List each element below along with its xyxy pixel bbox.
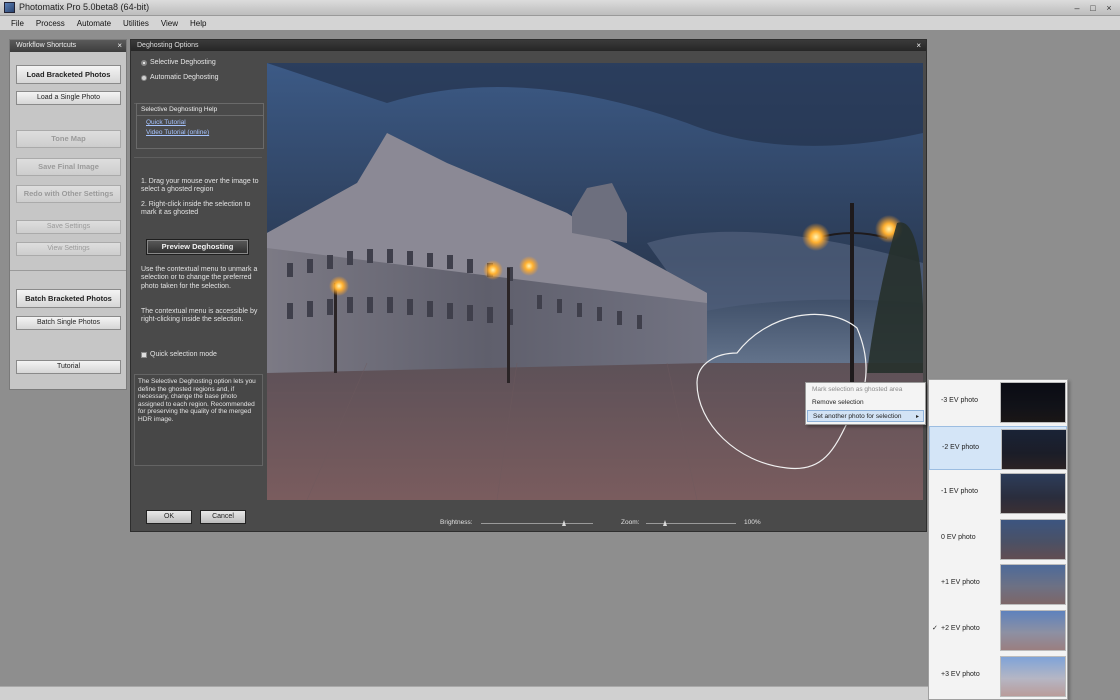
menu-process[interactable]: Process bbox=[36, 19, 65, 28]
checkbox-icon bbox=[141, 351, 147, 358]
tutorial-button[interactable]: Tutorial bbox=[16, 360, 121, 374]
radio-automatic-label: Automatic Deghosting bbox=[150, 74, 219, 81]
photo-item-0[interactable]: 0 EV photo bbox=[929, 517, 1067, 561]
menu-item-set-another-photo[interactable]: Set another photo for selection ▸ bbox=[807, 410, 924, 422]
workflow-title: Workflow Shortcuts bbox=[16, 42, 77, 49]
zoom-value: 100% bbox=[744, 519, 761, 526]
context-help-1: Use the contextual menu to unmark a sele… bbox=[141, 266, 258, 290]
photo-item-label: +2 EV photo bbox=[941, 625, 980, 632]
zoom-slider[interactable] bbox=[646, 523, 736, 524]
menu-file[interactable]: File bbox=[11, 19, 24, 28]
photo-thumbnail bbox=[1000, 610, 1066, 651]
radio-selective-deghosting[interactable]: Selective Deghosting bbox=[141, 59, 216, 66]
load-bracketed-button[interactable]: Load Bracketed Photos bbox=[16, 65, 121, 84]
radio-selected-icon bbox=[141, 59, 147, 66]
photo-thumbnail bbox=[1000, 656, 1066, 697]
photo-item-plus3[interactable]: +3 EV photo bbox=[929, 654, 1067, 698]
instruction-1: 1. Drag your mouse over the image to sel… bbox=[141, 178, 259, 194]
photo-thumbnail bbox=[1001, 429, 1067, 470]
instruction-2: 2. Right-click inside the selection to m… bbox=[141, 201, 251, 217]
batch-bracketed-button[interactable]: Batch Bracketed Photos bbox=[16, 289, 121, 308]
close-icon[interactable]: × bbox=[117, 40, 122, 52]
brightness-label: Brightness: bbox=[440, 519, 473, 526]
menu-item-set-another-photo-label: Set another photo for selection bbox=[813, 413, 902, 420]
photo-thumbnail bbox=[1000, 382, 1066, 423]
preview-deghosting-button[interactable]: Preview Deghosting bbox=[146, 239, 249, 255]
photo-item-label: 0 EV photo bbox=[941, 534, 976, 541]
window-title: Photomatix Pro 5.0beta8 (64-bit) bbox=[19, 2, 150, 12]
save-settings-button[interactable]: Save Settings bbox=[16, 220, 121, 234]
batch-single-button[interactable]: Batch Single Photos bbox=[16, 316, 121, 330]
menu-utilities[interactable]: Utilities bbox=[123, 19, 149, 28]
context-help-2: The contextual menu is accessible by rig… bbox=[141, 308, 258, 324]
photo-item-label: -3 EV photo bbox=[941, 397, 978, 404]
photo-thumbnail bbox=[1000, 564, 1066, 605]
radio-selective-label: Selective Deghosting bbox=[150, 59, 216, 66]
photo-thumbnail bbox=[1000, 473, 1066, 514]
menu-view[interactable]: View bbox=[161, 19, 178, 28]
radio-automatic-deghosting[interactable]: Automatic Deghosting bbox=[141, 74, 218, 81]
workflow-shortcuts-panel: Workflow Shortcuts × Load Bracketed Phot… bbox=[9, 39, 127, 390]
workflow-header: Workflow Shortcuts × bbox=[10, 40, 126, 52]
photo-item-label: -1 EV photo bbox=[941, 488, 978, 495]
divider bbox=[134, 157, 262, 158]
load-single-button[interactable]: Load a Single Photo bbox=[16, 91, 121, 105]
quick-tutorial-link[interactable]: Quick Tutorial bbox=[137, 116, 263, 126]
menu-item-remove-selection[interactable]: Remove selection bbox=[807, 397, 924, 409]
photo-item-plus1[interactable]: +1 EV photo bbox=[929, 562, 1067, 606]
app-icon bbox=[4, 2, 15, 13]
save-final-button[interactable]: Save Final Image bbox=[16, 158, 121, 176]
title-bar: Photomatix Pro 5.0beta8 (64-bit) – □ × bbox=[0, 0, 1120, 16]
divider bbox=[10, 270, 126, 271]
deghosting-window: Deghosting Options × Selective Deghostin… bbox=[130, 39, 927, 532]
minimize-icon[interactable]: – bbox=[1070, 1, 1084, 14]
window-controls: – □ × bbox=[1070, 1, 1116, 14]
menu-help[interactable]: Help bbox=[190, 19, 206, 28]
menu-automate[interactable]: Automate bbox=[77, 19, 111, 28]
submenu-arrow-icon: ▸ bbox=[915, 414, 919, 420]
check-icon: ✓ bbox=[932, 625, 938, 632]
photo-thumbnail bbox=[1000, 519, 1066, 560]
maximize-icon[interactable]: □ bbox=[1086, 1, 1100, 14]
photo-item-label: +1 EV photo bbox=[941, 579, 980, 586]
ok-button[interactable]: OK bbox=[146, 510, 192, 524]
menu-item-mark-ghosted[interactable]: Mark selection as ghosted area bbox=[807, 384, 924, 396]
brightness-slider[interactable] bbox=[481, 523, 593, 524]
palace-photo bbox=[267, 63, 923, 500]
photo-item-plus2[interactable]: ✓ +2 EV photo bbox=[929, 608, 1067, 652]
zoom-label: Zoom: bbox=[621, 519, 640, 526]
deghosting-title: Deghosting Options bbox=[137, 42, 199, 49]
tone-map-button[interactable]: Tone Map bbox=[16, 130, 121, 148]
photo-item-label: -2 EV photo bbox=[942, 444, 979, 451]
cancel-button[interactable]: Cancel bbox=[200, 510, 246, 524]
close-icon[interactable]: × bbox=[916, 40, 921, 51]
redo-button[interactable]: Redo with Other Settings bbox=[16, 185, 121, 203]
quick-selection-checkbox[interactable]: Quick selection mode bbox=[141, 351, 217, 358]
close-icon[interactable]: × bbox=[1102, 1, 1116, 14]
info-box: The Selective Deghosting option lets you… bbox=[134, 374, 263, 466]
help-box: Selective Deghosting Help Quick Tutorial… bbox=[136, 103, 264, 149]
photo-item-minus3[interactable]: -3 EV photo bbox=[929, 380, 1067, 424]
photo-item-minus2[interactable]: -2 EV photo bbox=[929, 426, 1067, 470]
context-menu: Mark selection as ghosted area Remove se… bbox=[805, 382, 926, 425]
photo-item-label: +3 EV photo bbox=[941, 671, 980, 678]
preview-image[interactable] bbox=[267, 63, 923, 500]
quick-selection-label: Quick selection mode bbox=[150, 351, 217, 358]
photo-submenu: -3 EV photo -2 EV photo -1 EV photo 0 EV… bbox=[928, 379, 1068, 700]
deghosting-header: Deghosting Options × bbox=[131, 40, 926, 51]
video-tutorial-link[interactable]: Video Tutorial (online) bbox=[137, 126, 263, 136]
menu-bar: File Process Automate Utilities View Hel… bbox=[0, 16, 1120, 30]
info-text: The Selective Deghosting option lets you… bbox=[138, 378, 256, 423]
status-bar bbox=[0, 686, 928, 700]
photo-item-minus1[interactable]: -1 EV photo bbox=[929, 471, 1067, 515]
view-settings-button[interactable]: View Settings bbox=[16, 242, 121, 256]
help-title: Selective Deghosting Help bbox=[137, 104, 263, 116]
radio-icon bbox=[141, 74, 147, 81]
